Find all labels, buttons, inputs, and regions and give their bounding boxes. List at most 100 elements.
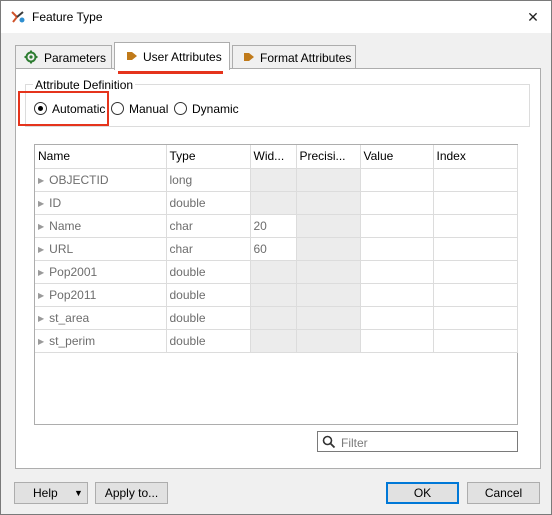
radio-circle bbox=[174, 102, 187, 115]
table-row[interactable]: ▶ Name char 20 bbox=[35, 214, 518, 238]
radio-label: Manual bbox=[129, 102, 169, 116]
type-cell[interactable]: double bbox=[166, 283, 251, 307]
column-header-index[interactable]: Index bbox=[433, 145, 518, 169]
name-cell[interactable]: ▶ st_perim bbox=[35, 329, 167, 353]
type-cell[interactable]: double bbox=[166, 191, 251, 215]
expand-arrow-icon[interactable]: ▶ bbox=[38, 291, 44, 300]
type-cell[interactable]: double bbox=[166, 306, 251, 330]
width-cell bbox=[250, 283, 297, 307]
expand-arrow-icon[interactable]: ▶ bbox=[38, 222, 44, 231]
expand-arrow-icon[interactable]: ▶ bbox=[38, 314, 44, 323]
precision-cell bbox=[296, 329, 361, 353]
attribute-name: URL bbox=[49, 241, 74, 256]
help-label: Help bbox=[33, 486, 58, 500]
name-cell[interactable]: ▶ st_area bbox=[35, 306, 167, 330]
tab-label: Format Attributes bbox=[260, 51, 352, 65]
fme-icon bbox=[10, 9, 26, 25]
column-header-value[interactable]: Value bbox=[360, 145, 434, 169]
expand-arrow-icon[interactable]: ▶ bbox=[38, 268, 44, 277]
table-row[interactable]: ▶ st_perim double bbox=[35, 329, 518, 353]
expand-arrow-icon[interactable]: ▶ bbox=[38, 176, 44, 185]
index-cell[interactable] bbox=[433, 329, 518, 353]
name-cell[interactable]: ▶ OBJECTID bbox=[35, 168, 167, 192]
tab-user-attributes[interactable]: User Attributes bbox=[114, 42, 230, 70]
value-cell[interactable] bbox=[360, 237, 434, 261]
radio-circle bbox=[111, 102, 124, 115]
table-row[interactable]: ▶ st_area double bbox=[35, 306, 518, 330]
expand-arrow-icon[interactable]: ▶ bbox=[38, 245, 44, 254]
table-header-row: Name Type Wid... Precisi... Value Index bbox=[35, 145, 518, 169]
width-cell[interactable]: 20 bbox=[250, 214, 297, 238]
name-cell[interactable]: ▶ Pop2011 bbox=[35, 283, 167, 307]
index-cell[interactable] bbox=[433, 237, 518, 261]
ok-button[interactable]: OK bbox=[386, 482, 459, 504]
attribute-definition-legend: Attribute Definition bbox=[33, 78, 136, 92]
index-cell[interactable] bbox=[433, 214, 518, 238]
attribute-name: Pop2001 bbox=[49, 264, 98, 279]
width-cell bbox=[250, 168, 297, 192]
tab-parameters[interactable]: Parameters bbox=[15, 45, 112, 69]
close-icon[interactable]: ✕ bbox=[521, 7, 545, 27]
attribute-name: st_area bbox=[49, 310, 90, 325]
filter-input[interactable]: Filter bbox=[317, 431, 518, 452]
value-cell[interactable] bbox=[360, 260, 434, 284]
type-cell[interactable]: double bbox=[166, 329, 251, 353]
name-cell[interactable]: ▶ URL bbox=[35, 237, 167, 261]
index-cell[interactable] bbox=[433, 306, 518, 330]
table-row[interactable]: ▶ Pop2001 double bbox=[35, 260, 518, 284]
index-cell[interactable] bbox=[433, 191, 518, 215]
index-cell[interactable] bbox=[433, 283, 518, 307]
column-header-width[interactable]: Wid... bbox=[250, 145, 297, 169]
name-cell[interactable]: ▶ Name bbox=[35, 214, 167, 238]
cancel-button[interactable]: Cancel bbox=[467, 482, 540, 504]
column-header-name[interactable]: Name bbox=[35, 145, 167, 169]
table-row[interactable]: ▶ Pop2011 double bbox=[35, 283, 518, 307]
name-cell[interactable]: ▶ ID bbox=[35, 191, 167, 215]
precision-cell bbox=[296, 283, 361, 307]
precision-cell bbox=[296, 237, 361, 261]
expand-arrow-icon[interactable]: ▶ bbox=[38, 337, 44, 346]
width-cell[interactable]: 60 bbox=[250, 237, 297, 261]
arrow-right-icon bbox=[126, 50, 138, 65]
type-cell[interactable]: char bbox=[166, 214, 251, 238]
value-cell[interactable] bbox=[360, 191, 434, 215]
type-cell[interactable]: double bbox=[166, 260, 251, 284]
value-cell[interactable] bbox=[360, 168, 434, 192]
value-cell[interactable] bbox=[360, 306, 434, 330]
attribute-name: Pop2011 bbox=[49, 287, 97, 302]
width-cell bbox=[250, 191, 297, 215]
radio-label: Automatic bbox=[52, 102, 106, 116]
tab-format-attributes[interactable]: Format Attributes bbox=[232, 45, 356, 69]
index-cell[interactable] bbox=[433, 260, 518, 284]
apply-to-button[interactable]: Apply to... bbox=[95, 482, 168, 504]
width-cell bbox=[250, 329, 297, 353]
radio-label: Dynamic bbox=[192, 102, 239, 116]
column-header-type[interactable]: Type bbox=[166, 145, 251, 169]
search-icon bbox=[322, 435, 336, 449]
help-button[interactable]: Help ▼ bbox=[14, 482, 88, 504]
table-row[interactable]: ▶ URL char 60 bbox=[35, 237, 518, 261]
expand-arrow-icon[interactable]: ▶ bbox=[38, 199, 44, 208]
table-row[interactable]: ▶ ID double bbox=[35, 191, 518, 215]
index-cell[interactable] bbox=[433, 168, 518, 192]
type-cell[interactable]: char bbox=[166, 237, 251, 261]
value-cell[interactable] bbox=[360, 283, 434, 307]
attribute-name: Name bbox=[49, 218, 82, 233]
feature-type-dialog: Feature Type ✕ Parameters User Attribute… bbox=[0, 0, 552, 515]
attributes-table[interactable]: Name Type Wid... Precisi... Value Index … bbox=[34, 144, 518, 425]
title-bar: Feature Type ✕ bbox=[1, 1, 551, 33]
column-header-precision[interactable]: Precisi... bbox=[296, 145, 361, 169]
name-cell[interactable]: ▶ Pop2001 bbox=[35, 260, 167, 284]
type-cell[interactable]: long bbox=[166, 168, 251, 192]
precision-cell bbox=[296, 306, 361, 330]
tab-label: User Attributes bbox=[143, 50, 222, 64]
gear-icon bbox=[24, 50, 38, 67]
caret-down-icon[interactable]: ▼ bbox=[74, 483, 83, 503]
attribute-name: OBJECTID bbox=[49, 172, 109, 187]
value-cell[interactable] bbox=[360, 329, 434, 353]
arrow-right-icon bbox=[243, 51, 255, 66]
precision-cell bbox=[296, 214, 361, 238]
value-cell[interactable] bbox=[360, 214, 434, 238]
filter-placeholder: Filter bbox=[341, 436, 368, 450]
table-row[interactable]: ▶ OBJECTID long bbox=[35, 168, 518, 192]
